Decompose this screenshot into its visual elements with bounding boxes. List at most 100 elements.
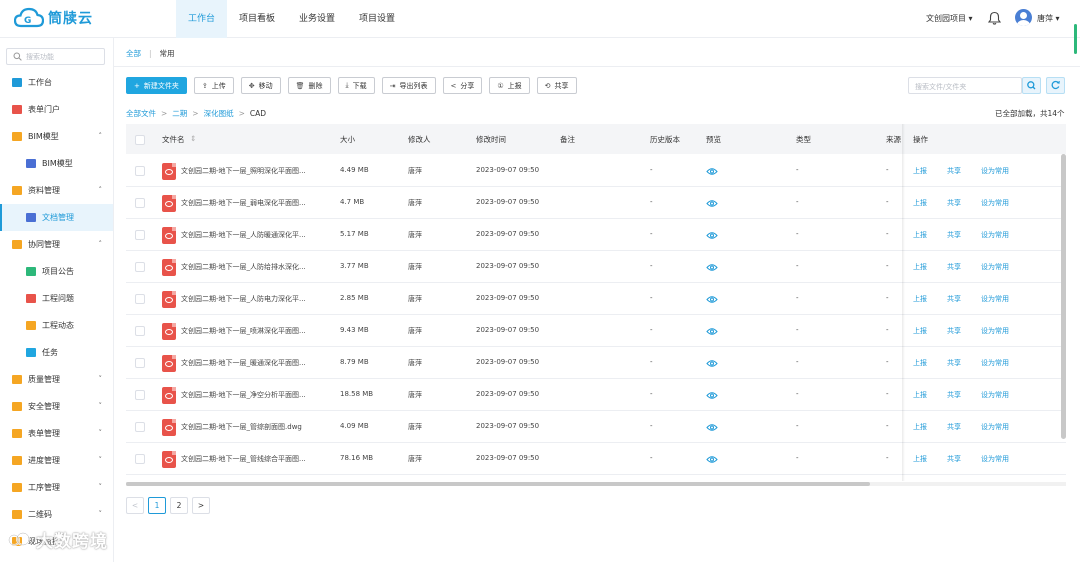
sidebar-search-input[interactable]: 搜索功能 (6, 48, 105, 65)
avatar[interactable] (1015, 9, 1032, 26)
row-action-1[interactable]: 上报 (913, 230, 927, 240)
file-name[interactable]: 文创园二期-地下一层_管综剖面图.dwg (181, 422, 302, 432)
preview-eye-icon[interactable] (706, 295, 718, 304)
file-name[interactable]: 文创园二期-地下一层_人防电力深化平... (181, 294, 306, 304)
row-action-2[interactable]: 共享 (947, 198, 961, 208)
move-button[interactable]: ✥ 移动 (240, 77, 281, 94)
row-action-3[interactable]: 设为常用 (981, 422, 1009, 432)
page-button-2[interactable]: 2 (170, 497, 188, 514)
app-logo[interactable]: G 筒牍云 (14, 7, 93, 29)
row-action-3[interactable]: 设为常用 (981, 294, 1009, 304)
sidebar-item-2[interactable]: 表单门户 (0, 96, 113, 123)
row-checkbox[interactable] (135, 422, 145, 432)
row-checkbox[interactable] (135, 358, 145, 368)
row-checkbox[interactable] (135, 262, 145, 272)
row-action-2[interactable]: 共享 (947, 326, 961, 336)
row-action-1[interactable]: 上报 (913, 326, 927, 336)
table-row[interactable]: 文创园二期-地下一层_喷淋深化平面图... 9.43 MB 唐萍 2023-09-07… (126, 315, 1066, 347)
row-action-2[interactable]: 共享 (947, 390, 961, 400)
row-action-3[interactable]: 设为常用 (981, 358, 1009, 368)
preview-eye-icon[interactable] (706, 263, 718, 272)
preview-eye-icon[interactable] (706, 423, 718, 432)
chevron-icon[interactable]: ˄ (99, 132, 103, 140)
sidebar-item-5[interactable]: 资料管理 ˄ (0, 177, 113, 204)
prev-page-button[interactable]: < (126, 497, 144, 514)
row-action-2[interactable]: 共享 (947, 294, 961, 304)
row-checkbox[interactable] (135, 198, 145, 208)
next-page-button[interactable]: > (192, 497, 210, 514)
row-action-2[interactable]: 共享 (947, 422, 961, 432)
sidebar-item-14[interactable]: 表单管理 ˅ (0, 420, 113, 447)
chevron-icon[interactable]: ˄ (99, 186, 103, 194)
search-button[interactable] (1022, 77, 1041, 94)
sidebar-item-15[interactable]: 进度管理 ˅ (0, 447, 113, 474)
file-name[interactable]: 文创园二期-地下一层_暖通深化平面图... (181, 358, 306, 368)
row-action-3[interactable]: 设为常用 (981, 166, 1009, 176)
table-row[interactable]: 文创园二期-地下一层_弱电深化平面图... 4.7 MB 唐萍 2023-09-07 … (126, 187, 1066, 219)
chevron-icon[interactable]: ˄ (99, 240, 103, 248)
sidebar-item-9[interactable]: 工程问题 (0, 285, 113, 312)
file-name[interactable]: 文创园二期-地下一层_管线综合平面图... (181, 454, 306, 464)
chevron-icon[interactable]: ˅ (99, 483, 103, 491)
preview-eye-icon[interactable] (706, 455, 718, 464)
table-horizontal-scrollbar[interactable] (126, 482, 870, 486)
chevron-icon[interactable]: ˅ (99, 456, 103, 464)
file-name[interactable]: 文创园二期-地下一层_喷淋深化平面图... (181, 326, 306, 336)
user-menu[interactable]: 唐萍 ▾ (1037, 13, 1060, 24)
upload-button[interactable]: ⇪ 上传 (193, 77, 234, 94)
row-action-1[interactable]: 上报 (913, 422, 927, 432)
row-action-3[interactable]: 设为常用 (981, 230, 1009, 240)
row-action-3[interactable]: 设为常用 (981, 198, 1009, 208)
row-action-3[interactable]: 设为常用 (981, 454, 1009, 464)
row-action-2[interactable]: 共享 (947, 230, 961, 240)
sidebar-item-6[interactable]: 文档管理 (0, 204, 113, 231)
table-row[interactable]: 文创园二期-地下一层_人防暖通深化平... 5.17 MB 唐萍 2023-09-07… (126, 219, 1066, 251)
tab-4[interactable]: 项目设置 (347, 0, 407, 38)
tab-2[interactable]: 项目看板 (227, 0, 287, 38)
row-action-1[interactable]: 上报 (913, 262, 927, 272)
row-checkbox[interactable] (135, 294, 145, 304)
row-action-3[interactable]: 设为常用 (981, 262, 1009, 272)
report-button[interactable]: ① 上报 (489, 77, 530, 94)
table-vertical-scrollbar[interactable] (1061, 154, 1066, 439)
chevron-icon[interactable]: ˅ (99, 375, 103, 383)
sidebar-item-8[interactable]: 项目公告 (0, 258, 113, 285)
sidebar-item-13[interactable]: 安全管理 ˅ (0, 393, 113, 420)
preview-eye-icon[interactable] (706, 167, 718, 176)
project-selector[interactable]: 文创园项目 ▾ (926, 13, 973, 24)
row-action-1[interactable]: 上报 (913, 198, 927, 208)
path-link[interactable]: 深化图纸 (204, 109, 234, 118)
chevron-icon[interactable]: ˅ (99, 429, 103, 437)
table-row[interactable]: 文创园二期-地下一层_管线综合平面图... 78.16 MB 唐萍 2023-09-0… (126, 443, 1066, 475)
table-row[interactable]: 文创园二期-地下一层_暖通深化平面图... 8.79 MB 唐萍 2023-09-07… (126, 347, 1066, 379)
refresh-button[interactable] (1046, 77, 1065, 94)
sidebar-item-4[interactable]: BIM模型 (0, 150, 113, 177)
row-checkbox[interactable] (135, 454, 145, 464)
row-action-3[interactable]: 设为常用 (981, 326, 1009, 336)
table-row[interactable]: 文创园二期-地下一层_管综剖面图.dwg 4.09 MB 唐萍 2023-09-07 … (126, 411, 1066, 443)
row-checkbox[interactable] (135, 230, 145, 240)
row-action-2[interactable]: 共享 (947, 454, 961, 464)
row-action-1[interactable]: 上报 (913, 390, 927, 400)
row-action-1[interactable]: 上报 (913, 166, 927, 176)
sidebar-item-11[interactable]: 任务 (0, 339, 113, 366)
file-name[interactable]: 文创园二期-地下一层_弱电深化平面图... (181, 198, 306, 208)
sort-icon[interactable]: ⇕ (190, 134, 196, 143)
new-folder-button[interactable]: + 新建文件夹 (126, 77, 187, 94)
chevron-icon[interactable]: ˅ (99, 402, 103, 410)
delete-button[interactable]: 🗑 删除 (287, 77, 331, 94)
sidebar-item-16[interactable]: 工序管理 ˅ (0, 474, 113, 501)
row-checkbox[interactable] (135, 390, 145, 400)
sidebar-item-1[interactable]: 工作台 (0, 69, 113, 96)
select-all-checkbox[interactable] (135, 135, 145, 145)
share-button[interactable]: < 分享 (442, 77, 483, 94)
sidebar-item-3[interactable]: BIM模型 ˄ (0, 123, 113, 150)
chevron-icon[interactable]: ˅ (99, 510, 103, 518)
preview-eye-icon[interactable] (706, 359, 718, 368)
page-button-1[interactable]: 1 (148, 497, 166, 514)
path-link[interactable]: 全部文件 (126, 109, 156, 118)
row-action-3[interactable]: 设为常用 (981, 390, 1009, 400)
preview-eye-icon[interactable] (706, 231, 718, 240)
path-link[interactable]: 二期 (172, 109, 187, 118)
file-name[interactable]: 文创园二期-地下一层_照明深化平面图... (181, 166, 306, 176)
